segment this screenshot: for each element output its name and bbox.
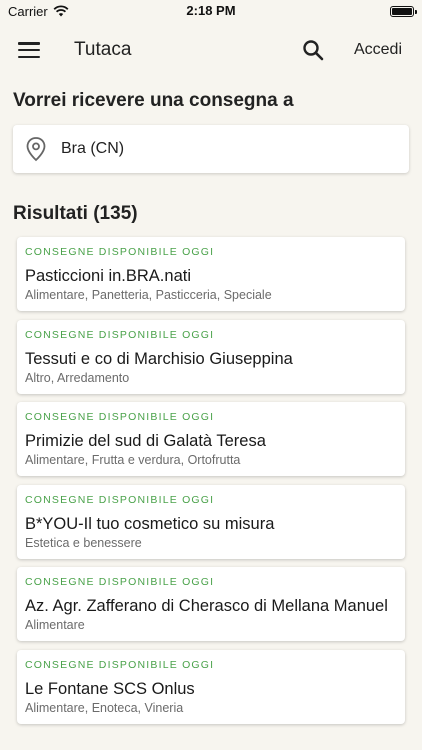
shop-card[interactable]: CONSEGNE DISPONIBILE OGGI Az. Agr. Zaffe… <box>17 567 405 641</box>
battery-icon <box>390 5 417 17</box>
delivery-badge: CONSEGNE DISPONIBILE OGGI <box>25 493 215 506</box>
shop-categories: Altro, Arredamento <box>25 370 130 385</box>
carrier-label: Carrier <box>8 3 48 19</box>
menu-icon[interactable] <box>18 42 40 58</box>
shop-card[interactable]: CONSEGNE DISPONIBILE OGGI B*YOU-Il tuo c… <box>17 484 405 559</box>
delivery-heading: Vorrei ricevere una consegna a <box>13 90 294 111</box>
results-list: CONSEGNE DISPONIBILE OGGI Pasticcioni in… <box>0 225 422 724</box>
location-value: Bra (CN) <box>61 140 125 157</box>
wifi-icon <box>53 5 69 17</box>
shop-categories: Estetica e benessere <box>25 535 142 550</box>
shop-name: Tessuti e co di Marchisio Giuseppina <box>25 349 293 368</box>
shop-card[interactable]: CONSEGNE DISPONIBILE OGGI Pasticcioni in… <box>17 237 405 311</box>
shop-name: B*YOU-Il tuo cosmetico su misura <box>25 514 275 533</box>
shop-name: Primizie del sud di Galatà Teresa <box>25 432 266 450</box>
delivery-badge: CONSEGNE DISPONIBILE OGGI <box>25 411 215 423</box>
results-heading: Risultati (135) <box>13 203 138 224</box>
shop-name: Pasticcioni in.BRA.nati <box>25 267 191 285</box>
shop-name: Az. Agr. Zafferano di Cherasco di Mellan… <box>25 597 388 615</box>
app-bar: Tutaca Accedi <box>0 22 422 78</box>
shop-name: Le Fontane SCS Onlus <box>25 679 195 698</box>
shop-categories: Alimentare, Panetteria, Pasticceria, Spe… <box>25 288 272 302</box>
delivery-badge: CONSEGNE DISPONIBILE OGGI <box>25 576 215 588</box>
delivery-badge: CONSEGNE DISPONIBILE OGGI <box>25 328 215 341</box>
delivery-badge: CONSEGNE DISPONIBILE OGGI <box>25 246 215 258</box>
location-pin-icon <box>26 137 46 162</box>
status-left: Carrier <box>8 4 69 19</box>
shop-categories: Alimentare, Frutta e verdura, Ortofrutta <box>25 453 241 467</box>
shop-card[interactable]: CONSEGNE DISPONIBILE OGGI Primizie del s… <box>17 402 405 476</box>
location-field[interactable]: Bra (CN) <box>13 125 409 173</box>
shop-categories: Alimentare <box>25 618 85 632</box>
shop-categories: Alimentare, Enoteca, Vineria <box>25 700 184 715</box>
status-bar: Carrier 2:18 PM <box>0 0 422 22</box>
login-button[interactable]: Accedi <box>354 41 402 59</box>
search-icon[interactable] <box>302 39 324 61</box>
delivery-badge: CONSEGNE DISPONIBILE OGGI <box>25 658 215 671</box>
shop-card[interactable]: CONSEGNE DISPONIBILE OGGI Le Fontane SCS… <box>17 649 405 724</box>
app-title: Tutaca <box>74 39 132 60</box>
shop-card[interactable]: CONSEGNE DISPONIBILE OGGI Tessuti e co d… <box>17 319 405 394</box>
